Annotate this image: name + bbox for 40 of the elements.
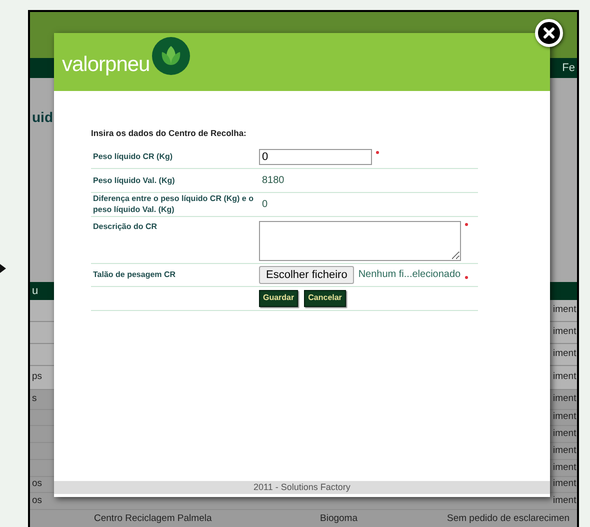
table-cell: iment: [553, 444, 576, 456]
table-cell: iment: [553, 393, 576, 404]
table-cell: ps: [32, 371, 42, 382]
action-button[interactable]: Cancelar: [304, 290, 346, 307]
table-cell: os: [32, 494, 42, 506]
table-cell: os: [32, 478, 42, 490]
field-label: Talão de pesagem CR: [92, 269, 177, 280]
table-cell: iment: [553, 348, 576, 360]
table-cell: iment: [553, 326, 576, 338]
table-cell: iment: [553, 371, 576, 382]
close-icon: [543, 27, 555, 39]
table-cell: iment: [553, 462, 576, 473]
page-heading: uid: [32, 109, 53, 125]
action-button[interactable]: Guardar: [259, 290, 298, 307]
input-field[interactable]: 0: [259, 148, 372, 165]
table-cell: iment: [553, 494, 576, 506]
field-value: 8180: [261, 174, 284, 188]
table-cell: iment: [553, 304, 576, 316]
field-label: Descrição do CR: [92, 220, 158, 232]
choose-file-button[interactable]: Escolher ficheiro: [259, 266, 354, 284]
modal-footer: 2011 - Solutions Factory: [54, 481, 550, 494]
table-cell: s: [32, 393, 37, 404]
text-area[interactable]: [259, 220, 461, 261]
field-label: Peso líquido Val. (Kg): [92, 174, 176, 186]
table-cell: iment: [553, 478, 576, 490]
leaf-logo-icon: [152, 37, 190, 75]
table-cell: Biogoma: [320, 513, 358, 524]
table-cell: iment: [553, 411, 576, 422]
field-label: Peso líquido CR (Kg): [92, 151, 174, 162]
table-cell: Centro Reciclagem Palmela: [94, 513, 212, 524]
arrow-icon: [0, 264, 6, 273]
table-cell: Sem pedido de esclarecimen: [447, 513, 570, 524]
field-label: Diferença entre o peso líquido CR (Kg) e o peso líquido Val. (Kg): [92, 193, 254, 216]
column-header: u: [32, 284, 38, 299]
logo-text: valorpneu: [62, 52, 150, 78]
form-title: Insira os dados do Centro de Recolha:: [91, 127, 248, 140]
table-cell: iment: [553, 428, 576, 439]
field-value: 0: [261, 198, 268, 212]
nav-item[interactable]: Fe: [562, 60, 575, 76]
file-status: Nenhum fi...elecionado: [358, 268, 461, 282]
